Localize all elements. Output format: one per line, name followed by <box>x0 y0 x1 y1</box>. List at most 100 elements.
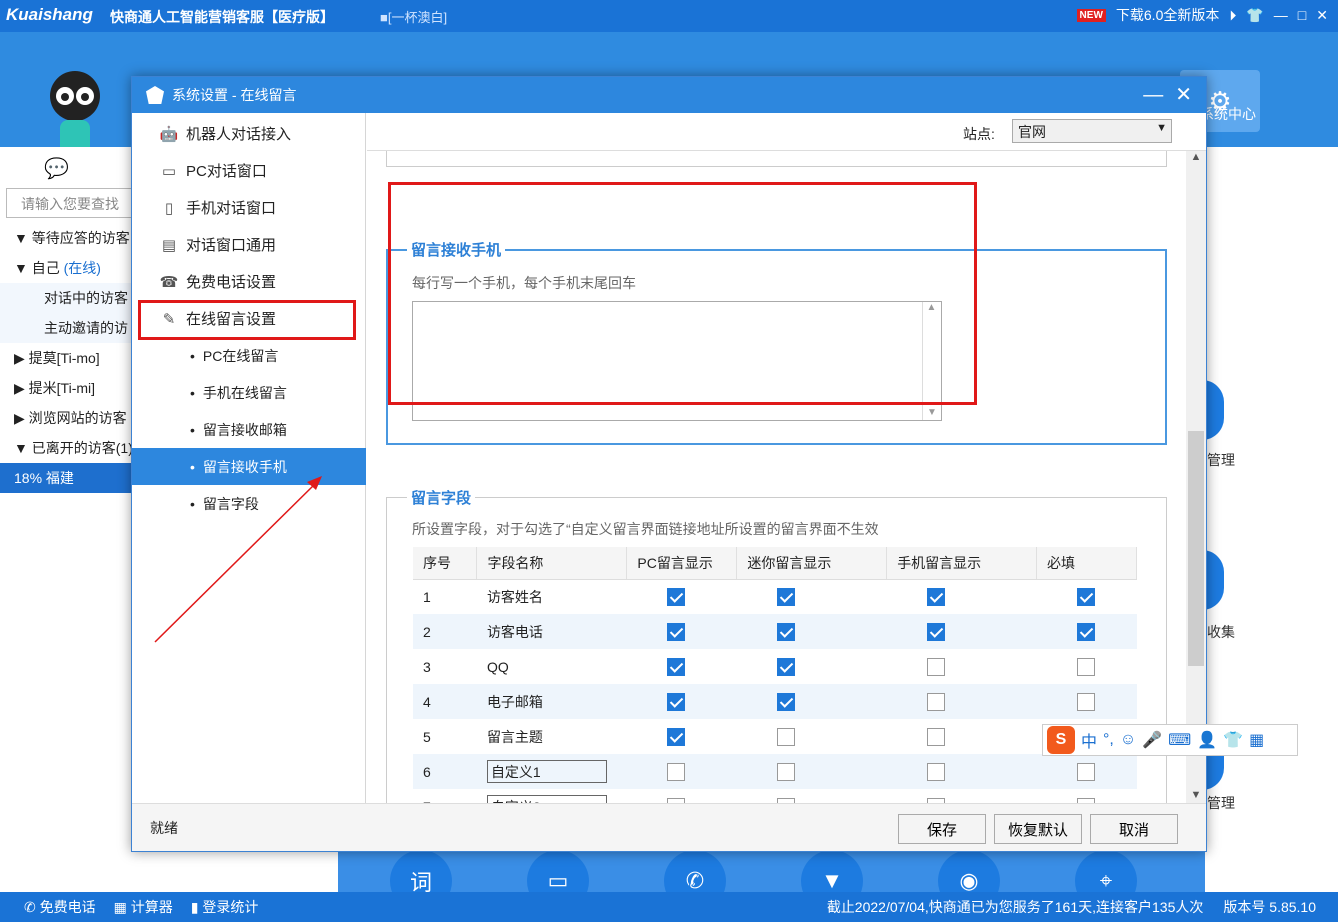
calculator-label: 计算器 <box>130 899 173 915</box>
ime-lang[interactable]: 中 <box>1081 728 1097 752</box>
settings-scrollbar[interactable]: ▲ ▼ <box>1186 151 1206 803</box>
minimize-icon[interactable]: — <box>1274 7 1288 23</box>
login-stats-link[interactable]: ▮ 登录统计 <box>191 892 259 922</box>
mobile-checkbox[interactable] <box>926 622 945 641</box>
emoji-icon[interactable]: ☺ <box>1120 731 1136 749</box>
calculator-link[interactable]: ▦ 计算器 <box>114 892 173 922</box>
mini-checkbox[interactable] <box>776 727 795 746</box>
scroll-down-icon[interactable]: ▼ <box>1186 789 1206 801</box>
required-checkbox[interactable] <box>1076 587 1095 606</box>
close-icon[interactable]: ✕ <box>1316 7 1328 24</box>
mobile-checkbox[interactable] <box>926 762 945 781</box>
mini-cell <box>736 684 887 719</box>
table-header: 迷你留言显示 <box>736 547 888 580</box>
ime-toolbar: S 中 °, ☺ 🎤 ⌨ 👤 👕 ▦ <box>1042 724 1298 756</box>
mini-checkbox[interactable] <box>776 692 795 711</box>
tree-item-label: ▶ 浏览网站的访客 <box>14 410 127 426</box>
scroll-thumb[interactable] <box>1188 431 1204 666</box>
table-header: 手机留言显示 <box>886 547 1038 580</box>
field-name-cell: 留言主题 <box>486 728 543 745</box>
nav-item[interactable]: ▤ 对话窗口通用 <box>132 226 366 263</box>
mini-checkbox[interactable] <box>776 657 795 676</box>
dialog-close-icon[interactable]: ✕ <box>1175 77 1192 113</box>
field-name-cell: 访客电话 <box>476 614 627 649</box>
skin-icon[interactable]: 👕 <box>1223 730 1243 750</box>
mobile-cell <box>886 754 1037 789</box>
required-checkbox[interactable] <box>1076 657 1095 676</box>
app-title: 快商通人工智能营销客服【医疗版】 <box>110 9 334 25</box>
login-stats-label: 登录统计 <box>202 899 259 915</box>
pc-checkbox[interactable] <box>666 727 685 746</box>
row-number: 1 <box>423 588 431 605</box>
mobile-checkbox[interactable] <box>926 657 945 676</box>
pc-checkbox[interactable] <box>666 692 685 711</box>
mini-checkbox[interactable] <box>776 622 795 641</box>
table-header: PC留言显示 <box>626 547 738 580</box>
mini-checkbox[interactable] <box>776 762 795 781</box>
pc-checkbox[interactable] <box>666 587 685 606</box>
field-name-input[interactable]: 自定义2 <box>486 795 607 803</box>
nav-item[interactable]: ☎ 免费电话设置 <box>132 263 366 300</box>
microphone-icon[interactable]: 🎤 <box>1142 730 1162 750</box>
nav-sub-label: 留言接收邮箱 <box>202 421 287 438</box>
table-header: 必填 <box>1036 547 1137 580</box>
grid-icon[interactable]: ▦ <box>1249 730 1264 750</box>
nav-sub-item[interactable]: • 留言字段 <box>132 485 366 522</box>
table-row: 6 自定义1 <box>413 754 1137 789</box>
nav-item[interactable]: ▯ 手机对话窗口 <box>132 189 366 226</box>
nav-sub-label: 留言字段 <box>202 495 259 512</box>
row-number: 7 <box>413 789 477 804</box>
manage2-label: 管理 <box>1207 795 1235 811</box>
required-checkbox[interactable] <box>1076 622 1095 641</box>
user-icon[interactable]: 👤 <box>1197 730 1217 750</box>
nav-sub-item[interactable]: • 留言接收手机 <box>132 448 366 485</box>
required-checkbox[interactable] <box>1076 762 1095 781</box>
punctuation-icon[interactable]: °, <box>1103 731 1114 749</box>
field-name-input[interactable]: 自定义1 <box>486 760 607 783</box>
keyboard-icon[interactable]: ⌨ <box>1168 730 1191 750</box>
nav-item[interactable]: ▭ PC对话窗口 <box>132 152 366 189</box>
scroll-down-icon[interactable]: ▼ <box>923 407 941 418</box>
reset-default-button[interactable]: 恢复默认 <box>994 814 1082 844</box>
scroll-up-icon[interactable]: ▲ <box>1186 151 1206 163</box>
required-cell <box>1036 754 1137 789</box>
sogou-icon[interactable]: S <box>1047 726 1075 754</box>
download-link[interactable]: 下载6.0全新版本 <box>1116 5 1219 25</box>
dialog-titlebar[interactable]: 系统设置 - 在线留言 — ✕ <box>132 77 1206 113</box>
required-cell <box>1037 789 1137 803</box>
chat-icon[interactable]: 💬 <box>44 156 69 181</box>
mobile-checkbox[interactable] <box>926 727 945 746</box>
mini-checkbox[interactable] <box>776 587 795 606</box>
version-info: 版本号 5.85.10 <box>1223 899 1316 915</box>
phone-icon: ▯ <box>164 199 174 217</box>
dialog-footer: 就绪 保存 恢复默认 取消 <box>132 803 1206 851</box>
required-checkbox[interactable] <box>1076 692 1095 711</box>
free-call-link[interactable]: ✆ 免费电话 <box>24 892 96 922</box>
dialog-title: 系统设置 - 在线留言 <box>172 87 297 103</box>
pc-checkbox[interactable] <box>666 762 685 781</box>
save-button[interactable]: 保存 <box>898 814 986 844</box>
maximize-icon[interactable]: □ <box>1298 7 1306 23</box>
tree-item-label: ▶ 提莫[Ti-mo] <box>14 350 100 366</box>
pc-checkbox[interactable] <box>666 622 685 641</box>
mobile-cell <box>886 684 1037 719</box>
nav-sub-item[interactable]: • PC在线留言 <box>132 337 366 374</box>
bullet-icon: • <box>190 384 195 401</box>
site-select[interactable]: 官网 ▼ <box>1012 119 1172 143</box>
shirt-icon[interactable]: 👕 <box>1246 7 1263 24</box>
table-row: 7 自定义2 <box>413 789 1137 803</box>
cancel-button[interactable]: 取消 <box>1090 814 1178 844</box>
required-cell <box>1037 649 1137 684</box>
nav-sub-item[interactable]: • 手机在线留言 <box>132 374 366 411</box>
nav-item[interactable]: 🤖 机器人对话接入 <box>132 115 366 152</box>
play-icon[interactable]: ⏵ <box>1229 7 1236 24</box>
mobile-checkbox[interactable] <box>926 587 945 606</box>
mobile-checkbox[interactable] <box>926 692 945 711</box>
mini-cell <box>736 614 887 649</box>
pc-checkbox[interactable] <box>666 657 685 676</box>
dialog-minimize-icon[interactable]: — <box>1143 77 1163 113</box>
nav-sub-item[interactable]: • 留言接收邮箱 <box>132 411 366 448</box>
row-number: 6 <box>413 754 477 789</box>
dialog-status: 就绪 <box>150 820 178 836</box>
service-info: 截止2022/07/04,快商通已为您服务了161天,连接客户135人次 <box>826 899 1204 915</box>
